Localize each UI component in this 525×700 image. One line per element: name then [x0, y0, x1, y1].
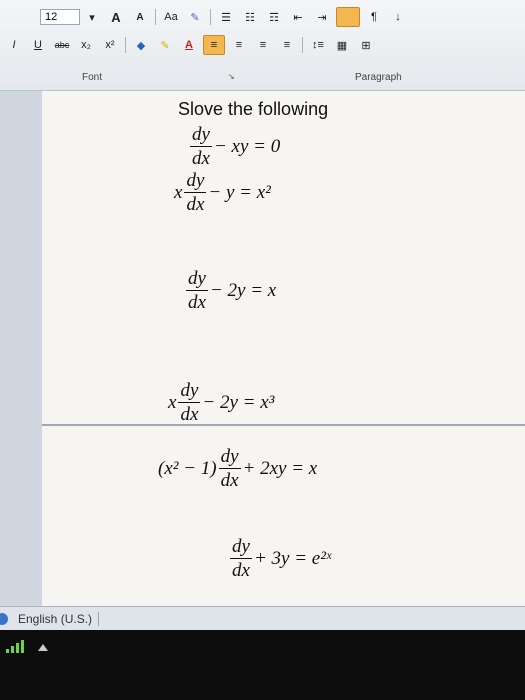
proofing-globe-icon[interactable] [0, 613, 8, 625]
fraction-denominator: dx [192, 148, 210, 169]
font-size-box[interactable]: 12 [40, 9, 80, 25]
equation-suffix: − y = x² [208, 181, 271, 203]
fraction-numerator: dy [218, 446, 241, 469]
grow-font-button[interactable]: A [106, 8, 126, 26]
equation-3: dy dx − 2y = x [184, 269, 276, 312]
fraction-denominator: dx [188, 292, 206, 313]
equation-6: dy dx + 3y = e²ˣ [228, 537, 331, 580]
fraction-denominator: dx [232, 560, 250, 581]
line-spacing-button[interactable]: ↕≡ [308, 36, 328, 54]
text-effects-icon[interactable]: ◆ [131, 36, 151, 54]
equation-suffix: − 2y = x³ [202, 391, 275, 413]
fraction-denominator: dx [186, 194, 205, 215]
bullets-button[interactable]: ☰ [216, 8, 236, 26]
paragraph-group-label: Paragraph [355, 72, 402, 83]
show-formatting-marks-button[interactable]: ¶ [364, 8, 384, 26]
sort-button[interactable]: ↓ [388, 8, 408, 26]
numbering-button[interactable]: ☷ [240, 8, 260, 26]
equation-prefix: x [168, 391, 177, 413]
font-color-button[interactable]: A [179, 36, 199, 54]
equation-prefix: x [174, 181, 183, 203]
separator [302, 37, 303, 53]
equation-suffix: − 2y = x [209, 279, 277, 301]
fraction-numerator: dy [190, 124, 212, 147]
subscript-button[interactable]: x₂ [76, 36, 96, 54]
change-case-button[interactable]: Aa [161, 8, 181, 26]
derivative-fraction: dy dx [230, 537, 252, 580]
font-size-dropdown-icon[interactable]: ▾ [82, 8, 102, 26]
shading-button[interactable]: ▦ [332, 36, 352, 54]
document-area: Slove the following dy dx − xy = 0 x dy … [0, 91, 525, 606]
align-left-button[interactable]: ≡ [203, 35, 225, 55]
fraction-denominator: dx [180, 404, 199, 425]
separator [125, 37, 126, 53]
increase-indent-button[interactable]: ⇥ [312, 8, 332, 26]
equation-1: dy dx − xy = 0 [188, 125, 280, 168]
derivative-fraction: dy dx [218, 446, 241, 491]
ribbon: 12 ▾ A A Aa ✎ ☰ ☷ ☶ ⇤ ⇥ ¶ ↓ I U abc x₂ x… [0, 0, 525, 91]
superscript-button[interactable]: x² [100, 36, 120, 54]
derivative-fraction: dy dx [190, 125, 212, 168]
justify-button[interactable]: ≡ [277, 36, 297, 54]
equation-suffix: − xy = 0 [213, 135, 281, 157]
derivative-fraction: dy dx [178, 380, 201, 425]
separator [210, 9, 211, 25]
borders-button[interactable]: ⊞ [356, 36, 376, 54]
signal-strength-icon [6, 640, 24, 653]
document-page[interactable]: Slove the following dy dx − xy = 0 x dy … [42, 91, 525, 606]
language-indicator[interactable]: English (U.S.) [18, 612, 100, 626]
equation-5: (x² − 1) dy dx + 2xy = x [158, 447, 317, 490]
clear-formatting-icon[interactable]: ✎ [185, 8, 205, 26]
ribbon-row-paragraph-format: I U abc x₂ x² ◆ ✎ A ≡ ≡ ≡ ≡ ↕≡ ▦ ⊞ [2, 34, 378, 56]
equation-suffix: + 3y = e²ˣ [253, 547, 332, 569]
equation-2: x dy dx − y = x² [174, 171, 271, 214]
status-bar: English (U.S.) [0, 606, 525, 631]
taskbar [0, 630, 525, 700]
ribbon-row-font-format: 12 ▾ A A Aa ✎ ☰ ☷ ☶ ⇤ ⇥ ¶ ↓ [40, 6, 410, 28]
underline-button[interactable]: U [28, 36, 48, 54]
shrink-font-button[interactable]: A [130, 8, 150, 26]
page-break-line [42, 424, 525, 426]
fraction-numerator: dy [184, 170, 207, 193]
center-button[interactable]: ≡ [229, 36, 249, 54]
equation-suffix: + 2xy = x [242, 457, 318, 479]
decrease-indent-button[interactable]: ⇤ [288, 8, 308, 26]
fraction-numerator: dy [186, 268, 208, 291]
strikethrough-button[interactable]: abc [52, 36, 72, 54]
derivative-fraction: dy dx [186, 269, 208, 312]
fraction-denominator: dx [220, 470, 239, 491]
separator [155, 9, 156, 25]
highlighted-ribbon-button[interactable] [336, 7, 360, 27]
font-dialog-launcher-icon[interactable]: ↘ [228, 72, 238, 82]
fraction-numerator: dy [178, 380, 201, 403]
highlight-color-icon[interactable]: ✎ [155, 36, 175, 54]
derivative-fraction: dy dx [184, 170, 207, 215]
multilevel-list-button[interactable]: ☶ [264, 8, 284, 26]
font-group-label: Font [82, 72, 103, 83]
fraction-numerator: dy [230, 536, 252, 559]
italic-button[interactable]: I [4, 36, 24, 54]
equation-prefix: (x² − 1) [158, 457, 217, 479]
show-hidden-icons-caret-icon[interactable] [38, 644, 48, 651]
document-title: Slove the following [178, 99, 329, 119]
equation-4: x dy dx − 2y = x³ [168, 381, 274, 424]
align-right-button[interactable]: ≡ [253, 36, 273, 54]
